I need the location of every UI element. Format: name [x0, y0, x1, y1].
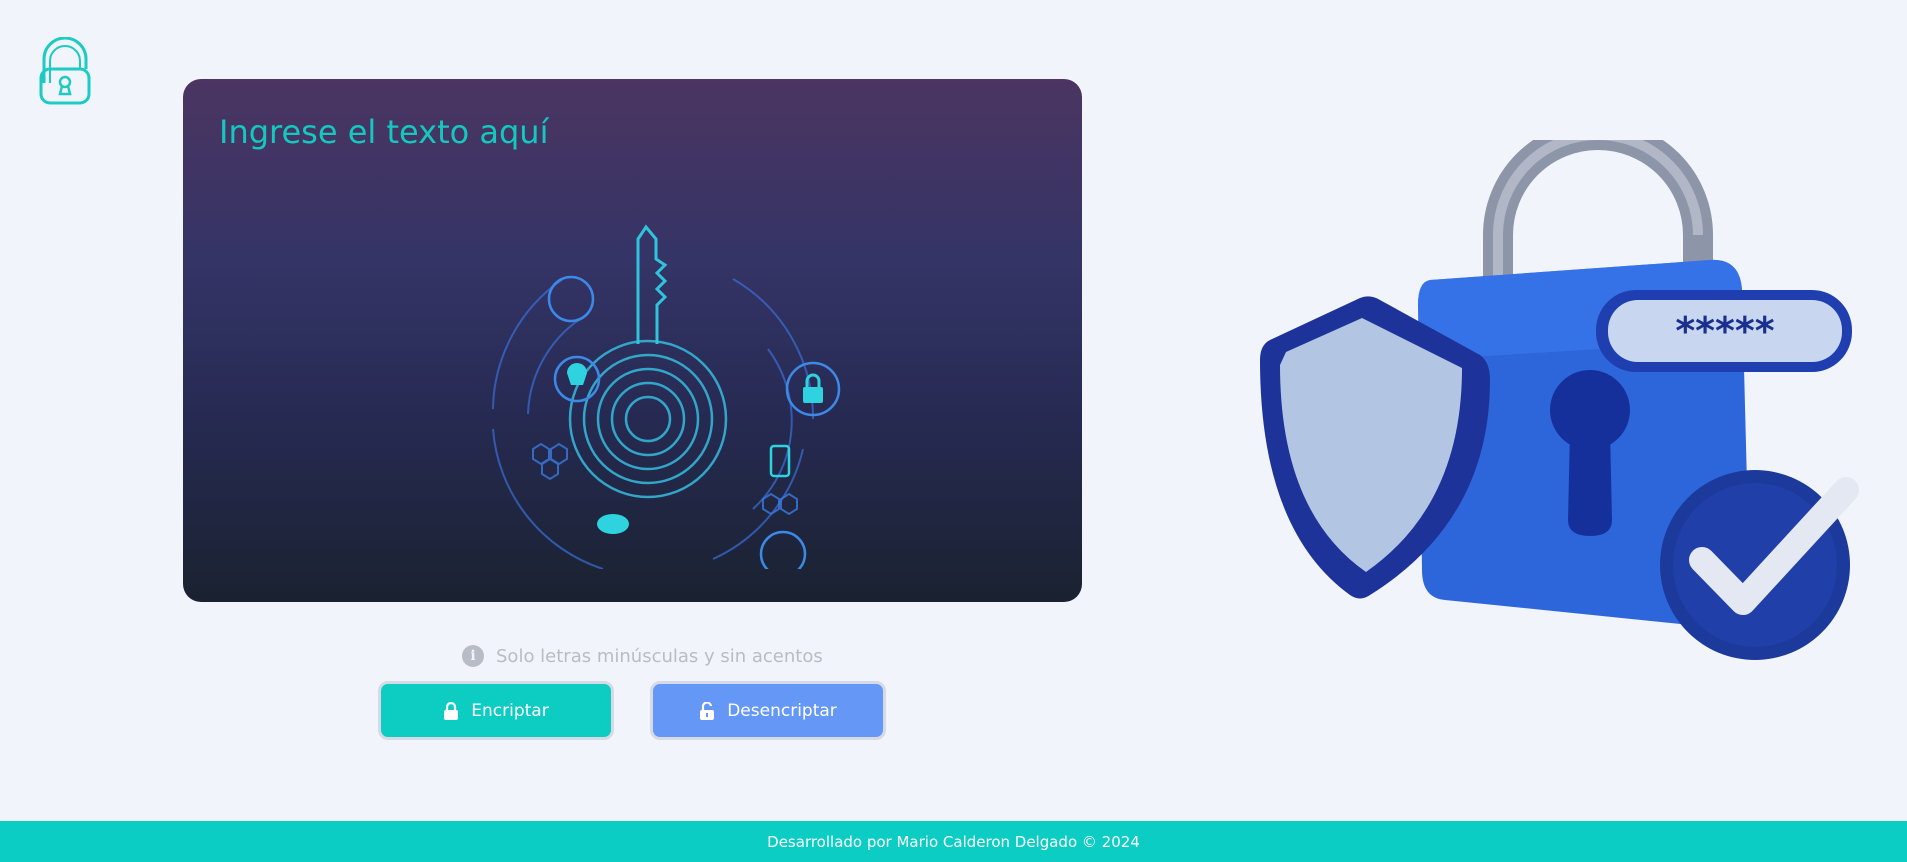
footer: Desarrollado por Mario Calderon Delgado …: [0, 821, 1907, 862]
lock-icon: [444, 701, 459, 720]
logo-icon: [38, 36, 92, 107]
decrypt-button[interactable]: Desencriptar: [650, 681, 886, 740]
padlock-shield-illustration: *****: [1260, 140, 1859, 660]
footer-text: Desarrollado por Mario Calderon Delgado …: [767, 832, 1140, 851]
text-input[interactable]: [183, 79, 1082, 602]
decrypt-label: Desencriptar: [727, 700, 837, 721]
masked-password-text: *****: [1675, 309, 1774, 353]
encrypt-label: Encriptar: [471, 700, 549, 721]
encrypt-button[interactable]: Encriptar: [378, 681, 614, 740]
text-input-card: [183, 79, 1082, 602]
hint-text: Solo letras minúsculas y sin acentos: [496, 645, 823, 667]
input-hint: i Solo letras minúsculas y sin acentos: [462, 643, 823, 669]
info-icon: i: [462, 645, 484, 667]
unlock-icon: [700, 701, 715, 720]
